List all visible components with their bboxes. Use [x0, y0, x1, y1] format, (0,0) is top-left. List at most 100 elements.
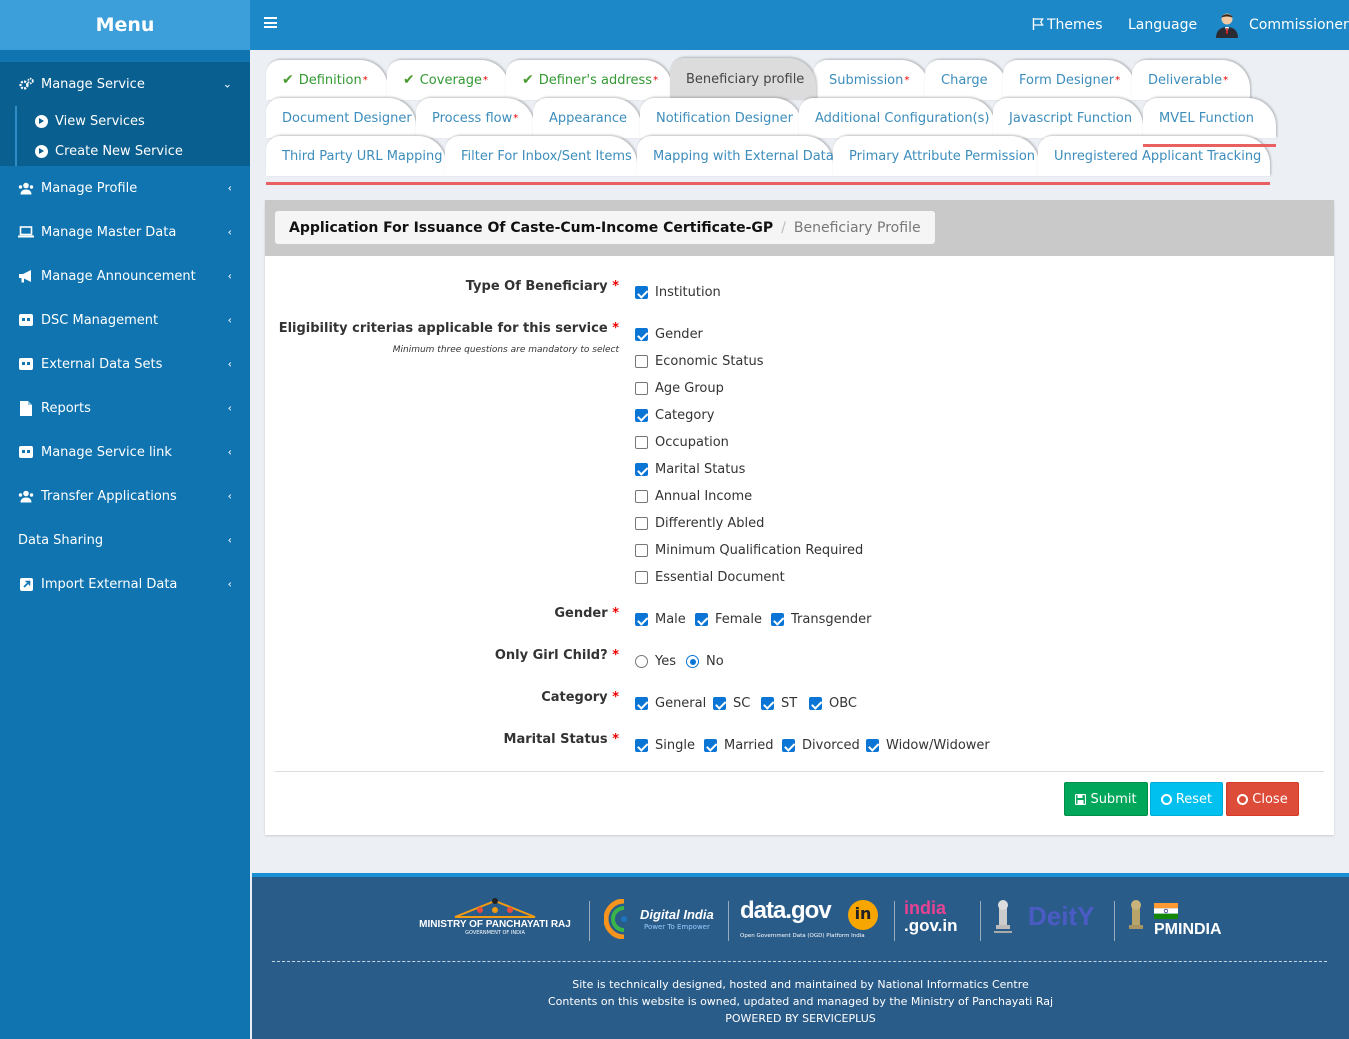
checkbox[interactable]	[635, 436, 648, 449]
checkbox[interactable]	[809, 697, 822, 710]
checkbox[interactable]	[635, 517, 648, 530]
tab-submission[interactable]: Submission *	[813, 60, 929, 100]
tab-unregistered-applicant-tracking[interactable]: Unregistered Applicant Tracking	[1038, 136, 1270, 176]
checkbox[interactable]	[704, 739, 717, 752]
eligibility-option[interactable]: Marital Status	[635, 462, 745, 477]
sidebar-item-reports[interactable]: Reports ‹	[0, 386, 250, 430]
marital-status-option[interactable]: Married	[704, 738, 774, 753]
category-option[interactable]: General	[635, 696, 706, 711]
pmindia-logo[interactable]: PMINDIA	[1124, 899, 1234, 943]
sidebar-item-data-sharing[interactable]: Data Sharing ‹	[0, 518, 250, 562]
eligibility-option[interactable]: Economic Status	[635, 354, 764, 369]
required-mark: *	[612, 606, 619, 621]
checkbox[interactable]	[771, 613, 784, 626]
reset-button[interactable]: Reset	[1150, 782, 1223, 816]
sidebar-item-manage-master-data[interactable]: Manage Master Data ‹	[0, 210, 250, 254]
checkbox[interactable]	[635, 613, 648, 626]
girl-child-option[interactable]: Yes	[635, 654, 676, 669]
marital-status-option[interactable]: Widow/Widower	[866, 738, 990, 753]
tab-label: Appearance	[549, 110, 628, 126]
sidebar-item-manage-profile[interactable]: Manage Profile ‹	[0, 166, 250, 210]
tab-charge[interactable]: Charge	[925, 60, 1007, 100]
close-button[interactable]: Close	[1226, 782, 1299, 816]
themes-link[interactable]: Themes	[1032, 0, 1103, 50]
sidebar-item-external-data-sets[interactable]: External Data Sets ‹	[0, 342, 250, 386]
sidebar-subitem-view-services[interactable]: View Services	[35, 110, 145, 132]
sidebar-subitem-create-new-service[interactable]: Create New Service	[35, 140, 183, 162]
sidebar-item-transfer-applications[interactable]: Transfer Applications ‹	[0, 474, 250, 518]
tab-appearance[interactable]: Appearance	[533, 98, 641, 138]
girl-child-option[interactable]: No	[686, 654, 724, 669]
checkbox[interactable]	[761, 697, 774, 710]
sidebar-item-manage-announcement[interactable]: Manage Announcement ‹	[0, 254, 250, 298]
category-option[interactable]: ST	[761, 696, 797, 711]
digital-india-logo[interactable]: Digital India Power To Empower	[604, 899, 722, 943]
themes-label: Themes	[1047, 17, 1103, 33]
eligibility-option[interactable]: Essential Document	[635, 570, 785, 585]
radio-button[interactable]	[686, 655, 699, 668]
deity-logo[interactable]: DeitY	[990, 897, 1102, 943]
language-link[interactable]: Language	[1128, 0, 1197, 50]
tab-mvel-function[interactable]: MVEL Function	[1143, 98, 1276, 138]
eligibility-option[interactable]: Category	[635, 408, 714, 423]
category-option[interactable]: OBC	[809, 696, 857, 711]
eligibility-option[interactable]: Occupation	[635, 435, 729, 450]
tab-filter-inbox-sent[interactable]: Filter For Inbox/Sent Items	[445, 136, 637, 176]
marital-status-option[interactable]: Single	[635, 738, 695, 753]
tab-deliverable[interactable]: Deliverable *	[1132, 60, 1250, 100]
gender-option[interactable]: Transgender	[771, 612, 871, 627]
checkbox[interactable]	[635, 490, 648, 503]
checkbox[interactable]	[866, 739, 879, 752]
checkbox[interactable]	[635, 355, 648, 368]
tab-mapping-external-data[interactable]: Mapping with External Data	[637, 136, 834, 176]
tab-definers-address[interactable]: ✔ Definer's address *	[506, 60, 672, 100]
hamburger-icon[interactable]	[264, 17, 277, 28]
eligibility-option[interactable]: Annual Income	[635, 489, 752, 504]
user-name[interactable]: Commissioner	[1249, 0, 1349, 50]
tab-third-party-url-mapping[interactable]: Third Party URL Mapping	[266, 136, 446, 176]
data-gov-logo[interactable]: data.gov in Open Government Data (OGD) P…	[740, 897, 886, 943]
tab-beneficiary-profile[interactable]: Beneficiary profile	[670, 58, 816, 100]
tab-notification-designer[interactable]: Notification Designer	[640, 98, 802, 138]
marital-status-option[interactable]: Divorced	[782, 738, 860, 753]
tab-process-flow[interactable]: Process flow *	[416, 98, 534, 138]
tab-document-designer[interactable]: Document Designer	[266, 98, 416, 138]
avatar[interactable]	[1216, 12, 1238, 38]
tab-primary-attribute-permission[interactable]: Primary Attribute Permission	[833, 136, 1039, 176]
checkbox[interactable]	[635, 697, 648, 710]
sidebar-item-import-external-data[interactable]: Import External Data ‹	[0, 562, 250, 606]
eligibility-option[interactable]: Differently Abled	[635, 516, 764, 531]
checkbox[interactable]	[635, 382, 648, 395]
sidebar-item-dsc-management[interactable]: DSC Management ‹	[0, 298, 250, 342]
breadcrumb-separator: /	[781, 219, 786, 236]
checkbox[interactable]	[635, 544, 648, 557]
checkbox[interactable]	[635, 328, 648, 341]
checkbox[interactable]	[695, 613, 708, 626]
breadcrumb-service[interactable]: Application For Issuance Of Caste-Cum-In…	[289, 220, 773, 236]
eligibility-option[interactable]: Gender	[635, 327, 703, 342]
checkbox[interactable]	[635, 286, 648, 299]
beneficiary-type-institution[interactable]: Institution	[635, 285, 721, 300]
category-option[interactable]: SC	[713, 696, 750, 711]
gender-option[interactable]: Male	[635, 612, 686, 627]
panchayati-raj-logo[interactable]: MINISTRY OF PANCHAYATI RAJ GOVERNMENT OF…	[412, 897, 578, 943]
eligibility-option[interactable]: Minimum Qualification Required	[635, 543, 863, 558]
checkbox[interactable]	[782, 739, 795, 752]
gender-option[interactable]: Female	[695, 612, 762, 627]
tab-additional-configurations[interactable]: Additional Configuration(s)	[799, 98, 995, 138]
radio-button[interactable]	[635, 655, 648, 668]
checkbox[interactable]	[713, 697, 726, 710]
tab-definition[interactable]: ✔ Definition *	[266, 60, 388, 100]
tab-javascript-function[interactable]: Javascript Function	[993, 98, 1143, 138]
sidebar-item-manage-service-link[interactable]: Manage Service link ‹	[0, 430, 250, 474]
india-gov-logo[interactable]: india .gov.in	[904, 899, 972, 943]
sidebar-item-manage-service[interactable]: Manage Service ⌄	[0, 62, 250, 106]
checkbox[interactable]	[635, 463, 648, 476]
eligibility-option[interactable]: Age Group	[635, 381, 724, 396]
tab-coverage[interactable]: ✔ Coverage *	[387, 60, 509, 100]
checkbox[interactable]	[635, 409, 648, 422]
submit-button[interactable]: Submit	[1064, 782, 1148, 816]
tab-form-designer[interactable]: Form Designer *	[1003, 60, 1135, 100]
checkbox[interactable]	[635, 739, 648, 752]
checkbox[interactable]	[635, 571, 648, 584]
